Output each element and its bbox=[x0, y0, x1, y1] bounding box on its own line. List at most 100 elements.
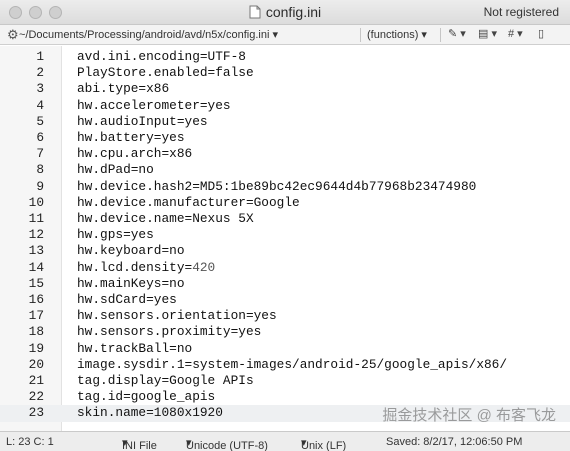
numeric-literal: 420 bbox=[192, 259, 216, 275]
editor-line[interactable]: 10 hw.device.manufacturer=Google bbox=[0, 195, 570, 211]
line-text-content: image.sysdir.1=system-images/android-25/… bbox=[77, 356, 508, 372]
editor-line[interactable]: 1 avd.ini.encoding=UTF-8 bbox=[0, 49, 570, 65]
line-number: 7 bbox=[36, 146, 44, 162]
line-text-content: hw.accelerometer=yes bbox=[77, 97, 231, 113]
line-number: 14 bbox=[28, 259, 44, 275]
line-text-content: hw.dPad=no bbox=[77, 162, 154, 178]
line-number: 10 bbox=[28, 194, 44, 210]
editor-line[interactable]: 14 hw.lcd.density=420 bbox=[0, 260, 570, 276]
hash-icon: # bbox=[508, 28, 515, 40]
title-bar: config.ini Not registered bbox=[0, 0, 570, 25]
clippings-menu-button[interactable]: ▤ ▾ bbox=[478, 27, 497, 40]
line-number: 8 bbox=[36, 162, 44, 178]
line-text-content: tag.id=google_apis bbox=[77, 389, 216, 405]
editor-line[interactable]: 19 hw.trackBall=no bbox=[0, 341, 570, 357]
line-text: hw.audioInput=yes bbox=[77, 114, 208, 130]
line-text-content: hw.audioInput=yes bbox=[77, 113, 208, 129]
line-text-content: hw.battery=yes bbox=[77, 130, 185, 145]
editor-line[interactable]: 9 hw.device.hash2=MD5:1be89bc42ec9644d4b7… bbox=[0, 179, 570, 195]
editor-line[interactable]: 11 hw.device.name=Nexus 5X bbox=[0, 211, 570, 227]
editor-line[interactable]: 13 hw.keyboard=no bbox=[0, 243, 570, 259]
line-number: 6 bbox=[36, 130, 44, 145]
line-number: 20 bbox=[28, 356, 44, 372]
line-text: tag.id=google_apis bbox=[77, 389, 215, 405]
line-text: tag.display=Google APIs bbox=[77, 373, 254, 389]
line-number: 4 bbox=[36, 97, 44, 113]
line-endings: Unix (LF) bbox=[301, 440, 347, 451]
editor-line[interactable]: 2 PlayStore.enabled=false bbox=[0, 65, 570, 81]
line-text-content: hw.sdCard=yes bbox=[77, 292, 177, 307]
line-number: 19 bbox=[28, 340, 44, 356]
line-text: hw.sensors.proximity=yes bbox=[77, 324, 261, 340]
editor-line[interactable]: 3 abi.type=x86 bbox=[0, 81, 570, 97]
markers-menu-button[interactable]: ✎ ▾ bbox=[448, 27, 466, 40]
line-number: 23 bbox=[28, 405, 44, 421]
stamp-icon: ▤ bbox=[478, 28, 489, 40]
line-text: hw.sdCard=yes bbox=[77, 292, 177, 308]
page-icon: ▯ bbox=[538, 28, 545, 40]
line-text: hw.device.hash2=MD5:1be89bc42ec9644d4b77… bbox=[77, 179, 476, 195]
line-text-content: PlayStore.enabled=false bbox=[77, 65, 254, 81]
editor-line[interactable]: 6 hw.battery=yes bbox=[0, 130, 570, 146]
file-type: INI File bbox=[122, 440, 157, 451]
line-text-content: abi.type=x86 bbox=[77, 81, 170, 97]
editor-line[interactable]: 20 image.sysdir.1=system-images/android-2… bbox=[0, 357, 570, 373]
editor-line[interactable]: 15 hw.mainKeys=no bbox=[0, 276, 570, 292]
line-number: 17 bbox=[28, 308, 44, 324]
line-text: hw.dPad=no bbox=[77, 162, 154, 178]
line-text-content: tag.display=Google APIs bbox=[77, 373, 254, 388]
cursor-position[interactable]: L: 23 C: 1 bbox=[6, 436, 54, 448]
line-number: 5 bbox=[36, 113, 44, 129]
editor-line[interactable]: 5 hw.audioInput=yes bbox=[0, 114, 570, 130]
functions-menu[interactable]: (functions) ▾ bbox=[367, 28, 427, 41]
editor-line[interactable]: 18 hw.sensors.proximity=yes bbox=[0, 324, 570, 340]
line-text: hw.sensors.orientation=yes bbox=[77, 308, 277, 324]
line-text: hw.keyboard=no bbox=[77, 243, 185, 259]
line-text: avd.ini.encoding=UTF-8 bbox=[77, 49, 246, 65]
toolbar-divider bbox=[440, 28, 441, 42]
editor-line[interactable]: 8 hw.dPad=no bbox=[0, 162, 570, 178]
line-text: abi.type=x86 bbox=[77, 81, 169, 97]
window-title: config.ini bbox=[265, 4, 322, 20]
line-endings-menu[interactable]: Unix (LF) ▾ bbox=[301, 436, 346, 451]
hash-menu-button[interactable]: # ▾ bbox=[508, 27, 523, 40]
status-bar: L: 23 C: 1 INI File ▾ Unicode (UTF-8) ▾ … bbox=[0, 431, 570, 451]
line-number: 9 bbox=[36, 178, 44, 194]
editor-line[interactable]: 4 hw.accelerometer=yes bbox=[0, 98, 570, 114]
line-text-content: hw.device.hash2=MD5:1be89bc42ec9644d4b77… bbox=[77, 178, 477, 194]
file-type-menu[interactable]: INI File ▾ bbox=[122, 436, 157, 451]
line-number: 1 bbox=[36, 49, 44, 64]
navigation-bar: ⚙ ~/Documents/Processing/android/avd/n5x… bbox=[0, 25, 570, 45]
editor-line[interactable]: 21 tag.display=Google APIs bbox=[0, 373, 570, 389]
line-text-content: hw.gps=yes bbox=[77, 227, 154, 243]
line-text: skin.name=1080x1920 bbox=[77, 405, 223, 421]
editor-line[interactable]: 22 tag.id=google_apis bbox=[0, 389, 570, 405]
line-number: 16 bbox=[28, 292, 44, 307]
document-icon bbox=[249, 5, 261, 22]
encoding-menu[interactable]: Unicode (UTF-8) ▾ bbox=[186, 436, 268, 451]
file-path: ~/Documents/Processing/android/avd/n5x/c… bbox=[19, 29, 270, 41]
editor-line[interactable]: 12 hw.gps=yes bbox=[0, 227, 570, 243]
text-editor[interactable]: 1 avd.ini.encoding=UTF-8 2 PlayStore.enable… bbox=[0, 46, 570, 431]
line-text: hw.device.manufacturer=Google bbox=[77, 195, 300, 211]
line-text: hw.battery=yes bbox=[77, 130, 185, 146]
page-menu-button[interactable]: ▯ bbox=[538, 27, 544, 40]
line-number: 18 bbox=[28, 324, 44, 340]
line-text: hw.mainKeys=no bbox=[77, 276, 185, 292]
file-path-menu[interactable]: ~/Documents/Processing/android/avd/n5x/c… bbox=[19, 28, 278, 41]
line-number: 15 bbox=[28, 275, 44, 291]
gear-icon[interactable]: ⚙ bbox=[7, 27, 19, 43]
line-text-content: hw.mainKeys=no bbox=[77, 275, 185, 291]
editor-line[interactable]: 17 hw.sensors.orientation=yes bbox=[0, 308, 570, 324]
editor-line[interactable]: 16 hw.sdCard=yes bbox=[0, 292, 570, 308]
line-text-content: hw.sensors.proximity=yes bbox=[77, 324, 262, 340]
line-text: hw.trackBall=no bbox=[77, 341, 192, 357]
line-text-content: hw.lcd.density= bbox=[77, 259, 193, 275]
line-text: PlayStore.enabled=false bbox=[77, 65, 254, 81]
editor-line[interactable]: 7 hw.cpu.arch=x86 bbox=[0, 146, 570, 162]
line-number: 11 bbox=[28, 211, 44, 226]
line-number: 12 bbox=[28, 227, 44, 243]
line-text-content: hw.device.manufacturer=Google bbox=[77, 194, 300, 210]
watermark: 掘金技术社区 @ 布客飞龙 bbox=[382, 407, 556, 424]
registration-status[interactable]: Not registered bbox=[484, 5, 559, 19]
